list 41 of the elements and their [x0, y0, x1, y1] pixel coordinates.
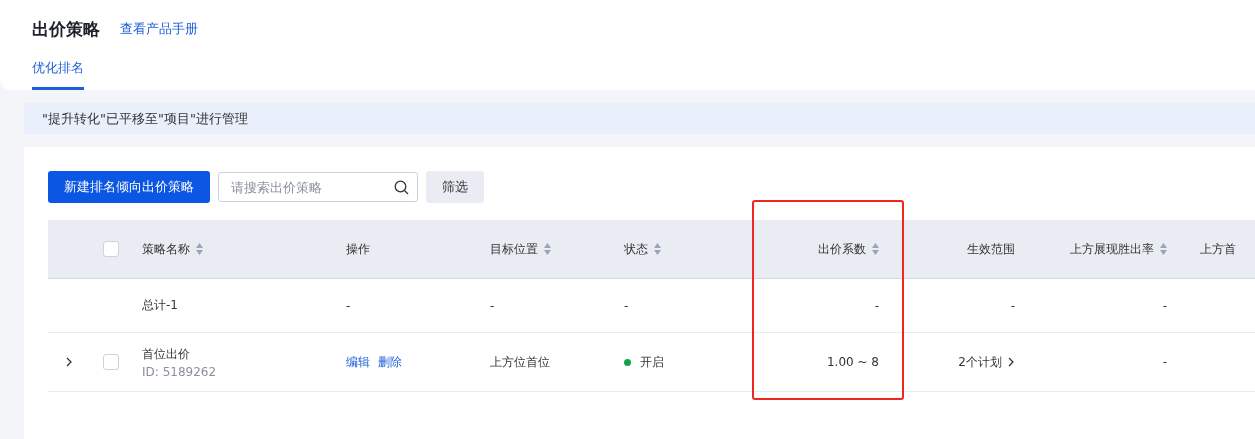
search-field[interactable]: 请搜索出价策略: [218, 172, 418, 202]
checkbox[interactable]: [103, 241, 119, 257]
strategy-id: ID: 5189262: [142, 364, 217, 379]
chevron-right-icon[interactable]: [1008, 357, 1015, 367]
table-cell: -: [1010, 298, 1015, 313]
column-header: 上方首: [1200, 240, 1236, 258]
column-header: 策略名称: [142, 240, 190, 258]
action-link[interactable]: 删除: [378, 353, 402, 371]
table-cell: -: [624, 298, 629, 313]
action-link[interactable]: 编辑: [346, 353, 370, 371]
sort-icon[interactable]: [1160, 243, 1167, 255]
sort-icon[interactable]: [872, 243, 879, 255]
checkbox[interactable]: [103, 354, 119, 370]
scope-link[interactable]: 2个计划: [958, 353, 1015, 371]
strategy-name: 首位出价: [142, 345, 190, 363]
column-header: 生效范围: [967, 240, 1015, 258]
expand-icon[interactable]: [65, 357, 73, 367]
page-title: 出价策略: [32, 17, 100, 41]
column-header: 上方展现胜出率: [1070, 240, 1154, 258]
table-cell: -: [874, 298, 879, 313]
table-cell: -: [346, 298, 351, 313]
column-header: 出价系数: [818, 240, 866, 258]
tab[interactable]: 优化排名: [32, 58, 84, 90]
column-header: 操作: [346, 240, 370, 258]
notice-text: "提升转化"已平移至"项目"进行管理: [42, 109, 248, 128]
create-strategy-button[interactable]: 新建排名倾向出价策略: [48, 171, 210, 203]
table-cell: -: [1162, 355, 1167, 369]
table-cell: 总计-1: [142, 297, 178, 314]
sort-icon[interactable]: [196, 243, 203, 255]
column-header: 目标位置: [490, 240, 538, 258]
table-cell: 上方位首位: [490, 353, 550, 371]
table-cell: 1.00 ~ 8: [826, 355, 879, 369]
column-header: 状态: [624, 240, 648, 258]
manual-link[interactable]: 查看产品手册: [120, 20, 198, 38]
status-text: 开启: [640, 353, 664, 371]
search-icon[interactable]: [394, 180, 409, 195]
sort-icon[interactable]: [654, 243, 661, 255]
filter-button[interactable]: 筛选: [426, 171, 484, 203]
table-cell: -: [490, 298, 495, 313]
sort-icon[interactable]: [544, 243, 551, 255]
table-cell: -: [1162, 298, 1167, 313]
